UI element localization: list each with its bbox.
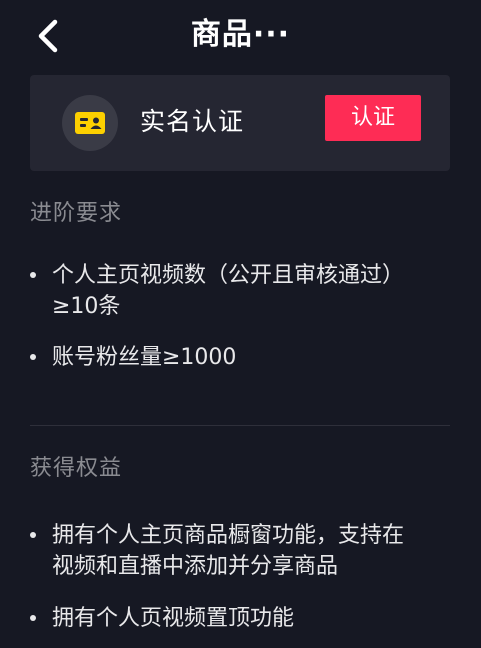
page-title: 商品···: [190, 17, 291, 52]
list-item-text: 账号粉丝量≥1000: [52, 345, 237, 370]
bullet-icon: [30, 532, 36, 538]
section-divider: [30, 425, 450, 426]
list-item-text: 拥有个人主页商品橱窗功能，支持在 视频和直播中添加并分享商品: [52, 523, 405, 579]
real-name-auth-card: 实名认证 认证: [30, 75, 450, 171]
list-item-text: 拥有个人页视频置顶功能: [52, 606, 295, 631]
benefits-title: 获得权益: [30, 456, 123, 481]
header: 商品···: [0, 0, 481, 72]
advanced-requirements-title: 进阶要求: [30, 201, 123, 226]
bullet-icon: [30, 272, 36, 278]
bullet-icon: [30, 615, 36, 621]
list-item-text: 个人主页视频数（公开且审核通过） ≥10条: [52, 263, 405, 319]
bullet-icon: [30, 354, 36, 360]
screen: 商品··· 实名认证 认证 进阶要求 个人主页视频数（公开且审核通过） ≥10条…: [0, 0, 481, 648]
verify-button[interactable]: 认证: [325, 95, 421, 141]
auth-icon-badge: [62, 95, 118, 151]
auth-label: 实名认证: [140, 107, 245, 136]
id-card-icon: [75, 112, 105, 134]
